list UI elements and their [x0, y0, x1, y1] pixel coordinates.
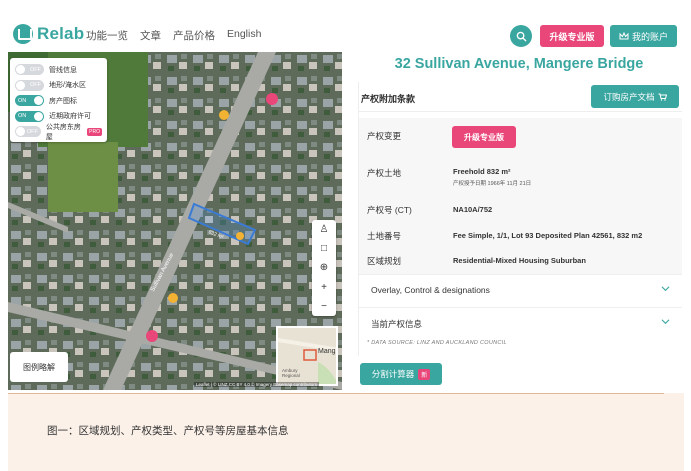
locate-icon[interactable]: ⊕ [320, 262, 328, 273]
land-grant-date: 产权授予日期 1966年 11月 21日 [453, 181, 532, 187]
accordion-current-title-info[interactable]: 当前产权信息 [359, 307, 682, 337]
order-documents-label: 订购房产文档 [603, 91, 655, 102]
cart-icon [658, 93, 667, 101]
square-select-icon[interactable]: □ [321, 243, 327, 254]
layer-label: 近期政府许可 [49, 113, 91, 121]
figure-caption: 图一：区域规划、产权类型、产权号等房屋基本信息 [47, 425, 289, 437]
home-logo-icon [13, 24, 33, 44]
layer-label: 公共房东房屋 [45, 123, 81, 141]
zoning-label: 区域规划 [367, 256, 402, 266]
zoom-in-button[interactable]: + [321, 282, 327, 293]
layer-toggle[interactable]: OFF [15, 79, 44, 91]
caption-divider [8, 393, 664, 394]
order-documents-button[interactable]: 订购房产文档 [591, 85, 679, 108]
chevron-down-icon [661, 319, 670, 325]
pro-badge: PRO [87, 127, 102, 136]
new-badge: 新 [418, 368, 431, 380]
aerial-map[interactable]: Sullivan Avenue 832 m² OFF 管线信息 OFF 地形/淹… [8, 52, 342, 390]
search-icon [516, 31, 527, 42]
layer-label: 管线信息 [49, 66, 77, 74]
my-account-button[interactable]: 我的账户 [610, 25, 677, 47]
data-source-note: * DATA SOURCE: LINZ AND AUCKLAND COUNCIL [367, 340, 507, 346]
layer-row-terrain[interactable]: OFF 地形/淹水区 [15, 78, 102, 94]
map-layer-panel: OFF 管线信息 OFF 地形/淹水区 ON 房产图标 ON 近期政府许可 OF… [10, 58, 107, 142]
main-nav: 功能一览 文章 产品价格 English [86, 28, 261, 43]
person-icon[interactable]: ♙ [320, 224, 329, 235]
accordion-overlay-controls[interactable]: Overlay, Control & designations [359, 274, 682, 304]
logo[interactable]: Relab [13, 24, 84, 44]
chevron-down-icon [661, 286, 670, 292]
lot-label: 土地番号 [367, 231, 402, 241]
calculator-label: 分割计算器 [371, 369, 415, 379]
layer-label: 房产图标 [49, 97, 77, 105]
layer-toggle[interactable]: OFF [15, 126, 41, 138]
layer-label: 地形/淹水区 [49, 82, 86, 90]
subdivision-calculator-button[interactable]: 分割计算器 新 [360, 363, 442, 385]
nav-pricing[interactable]: 产品价格 [173, 28, 215, 43]
minimap[interactable]: Mang Ambury Regional [276, 326, 338, 386]
upgrade-button[interactable]: 升级专业版 [540, 25, 604, 47]
title-number-value: NA10A/752 [453, 205, 493, 214]
nav-features[interactable]: 功能一览 [86, 28, 128, 43]
nav-articles[interactable]: 文章 [140, 28, 161, 43]
lot-value: Fee Simple, 1/1, Lot 93 Deposited Plan 4… [453, 231, 643, 240]
search-button[interactable] [510, 25, 532, 47]
property-info-table: 产权变更 升级专业版 产权土地 Freehold 832 m² 产权授予日期 1… [359, 118, 682, 278]
layer-toggle[interactable]: OFF [15, 64, 44, 76]
map-legend-button[interactable]: 图例略解 [10, 352, 68, 382]
property-address-title: 32 Sullivan Avenue, Mangere Bridge [394, 56, 644, 72]
layer-toggle[interactable]: ON [15, 95, 44, 107]
crown-icon [619, 32, 629, 40]
land-label: 产权土地 [367, 168, 402, 178]
layer-row-utilities[interactable]: OFF 管线信息 [15, 62, 102, 78]
top-header: Relab 功能一览 文章 产品价格 English 升级专业版 我的账户 [0, 0, 691, 52]
accordion-label: 当前产权信息 [371, 319, 423, 329]
property-panel: 产权附加条款 订购房产文档 产权变更 升级专业版 产权土地 Freehold 8… [358, 82, 682, 356]
land-value: Freehold 832 m² [453, 167, 511, 176]
layer-row-public-housing[interactable]: OFF 公共房东房屋 PRO [15, 123, 102, 141]
logo-text: Relab [37, 24, 85, 43]
nav-english[interactable]: English [227, 28, 261, 43]
minimap-label-2: Ambury Regional [282, 368, 300, 378]
layer-row-property-icons[interactable]: ON 房产图标 [15, 93, 102, 109]
my-account-label: 我的账户 [631, 31, 668, 42]
zoning-value: Residential-Mixed Housing Suburban [453, 256, 586, 265]
title-change-label: 产权变更 [367, 131, 402, 141]
map-attribution[interactable]: Leaflet | © LINZ CC BY 4.0 © Imagery Bas… [194, 382, 320, 387]
title-number-label: 产权号 (CT) [367, 205, 412, 215]
map-controls: ♙ □ ⊕ + − [312, 220, 336, 316]
additional-terms-label: 产权附加条款 [361, 94, 416, 104]
minimap-label: Mang [318, 348, 336, 355]
accordion-label: Overlay, Control & designations [371, 285, 490, 295]
layer-toggle[interactable]: ON [15, 110, 44, 122]
zoom-out-button[interactable]: − [321, 301, 327, 312]
title-change-upgrade-button[interactable]: 升级专业版 [452, 126, 516, 148]
additional-terms-header: 产权附加条款 订购房产文档 [359, 82, 682, 112]
